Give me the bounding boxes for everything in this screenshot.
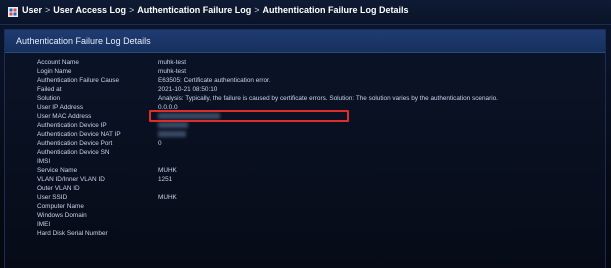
detail-value: MUHK xyxy=(158,194,177,201)
detail-row-device-port: Authentication Device Port 0 xyxy=(5,139,605,148)
detail-label: User SSID xyxy=(37,194,68,201)
detail-row-login-name: Login Name muhk-test xyxy=(5,67,605,76)
detail-row-imei: IMEI xyxy=(5,220,605,229)
breadcrumb-separator: > xyxy=(254,5,260,15)
detail-label: Login Name xyxy=(37,68,72,75)
detail-row-account-name: Account Name muhk-test xyxy=(5,58,605,67)
detail-value: Analysis: Typically, the failure is caus… xyxy=(158,95,498,102)
detail-value: muhk-test xyxy=(158,59,187,66)
detail-row-windows-domain: Windows Domain xyxy=(5,211,605,220)
breadcrumb-item-user-access-log[interactable]: User Access Log xyxy=(53,5,126,15)
page: User > User Access Log > Authentication Fail… xyxy=(0,0,611,268)
detail-row-failure-cause: Authentication Failure Cause E63505: Cer… xyxy=(5,76,605,85)
detail-row-failed-at: Failed at 2021-10-21 08:50:10 xyxy=(5,85,605,94)
detail-value: MUHK xyxy=(158,167,177,174)
detail-label: Hard Disk Serial Number xyxy=(37,230,108,237)
panel-header: Authentication Failure Log Details xyxy=(5,30,605,53)
breadcrumb-item-current: Authentication Failure Log Details xyxy=(262,5,409,15)
detail-row-device-sn: Authentication Device SN xyxy=(5,148,605,157)
detail-row-computer-name: Computer Name xyxy=(5,202,605,211)
breadcrumb-item-user[interactable]: User xyxy=(22,5,42,15)
detail-row-vlan-id: VLAN ID/Inner VLAN ID 1251 xyxy=(5,175,605,184)
detail-label: Computer Name xyxy=(37,203,84,210)
detail-label: Authentication Device IP xyxy=(37,122,107,129)
detail-label: Authentication Device Port xyxy=(37,140,113,147)
detail-label: User IP Address xyxy=(37,104,84,111)
detail-value: 2021-10-21 08:50:10 xyxy=(158,86,218,93)
breadcrumb: User > User Access Log > Authentication Fail… xyxy=(22,5,409,15)
detail-row-imsi: IMSI xyxy=(5,157,605,166)
detail-label: IMSI xyxy=(37,158,51,165)
breadcrumb-separator: > xyxy=(45,5,51,15)
detail-label: Account Name xyxy=(37,59,79,66)
user-home-icon[interactable] xyxy=(8,7,18,17)
detail-value-redacted xyxy=(158,130,186,139)
breadcrumb-separator: > xyxy=(128,5,135,15)
detail-value: E63505: Certificate authentication error… xyxy=(158,77,271,84)
detail-value: muhk-test xyxy=(158,68,187,75)
detail-row-outer-vlan-id: Outer VLAN ID xyxy=(5,184,605,193)
detail-label: Failed at xyxy=(37,86,62,93)
detail-label: Windows Domain xyxy=(37,212,87,219)
detail-label: Authentication Device NAT IP xyxy=(37,131,121,138)
detail-row-device-nat-ip: Authentication Device NAT IP xyxy=(5,130,605,139)
detail-row-device-ip: Authentication Device IP xyxy=(5,121,605,130)
details-panel: Authentication Failure Log Details Accou… xyxy=(4,29,606,268)
detail-value: 0 xyxy=(158,140,162,147)
detail-value-redacted xyxy=(158,121,188,130)
detail-label: VLAN ID/Inner VLAN ID xyxy=(37,176,105,183)
detail-row-user-ssid: User SSID MUHK xyxy=(5,193,605,202)
breadcrumb-item-auth-failure-log[interactable]: Authentication Failure Log xyxy=(137,5,251,15)
detail-label: Authentication Device SN xyxy=(37,149,110,156)
panel-title: Authentication Failure Log Details xyxy=(16,36,151,46)
detail-label: Outer VLAN ID xyxy=(37,185,80,192)
detail-row-hard-disk-serial: Hard Disk Serial Number xyxy=(5,229,605,238)
detail-value: 1251 xyxy=(158,176,173,183)
detail-label: Service Name xyxy=(37,167,78,174)
detail-label: Solution xyxy=(37,95,61,102)
detail-row-service-name: Service Name MUHK xyxy=(5,166,605,175)
detail-label: Authentication Failure Cause xyxy=(37,77,120,84)
breadcrumb-bar: User > User Access Log > Authentication Fail… xyxy=(0,0,611,25)
detail-label: User MAC Address xyxy=(37,113,92,120)
detail-label: IMEI xyxy=(37,221,51,228)
detail-row-solution: Solution Analysis: Typically, the failur… xyxy=(5,94,605,103)
failure-cause-highlight xyxy=(149,110,349,122)
